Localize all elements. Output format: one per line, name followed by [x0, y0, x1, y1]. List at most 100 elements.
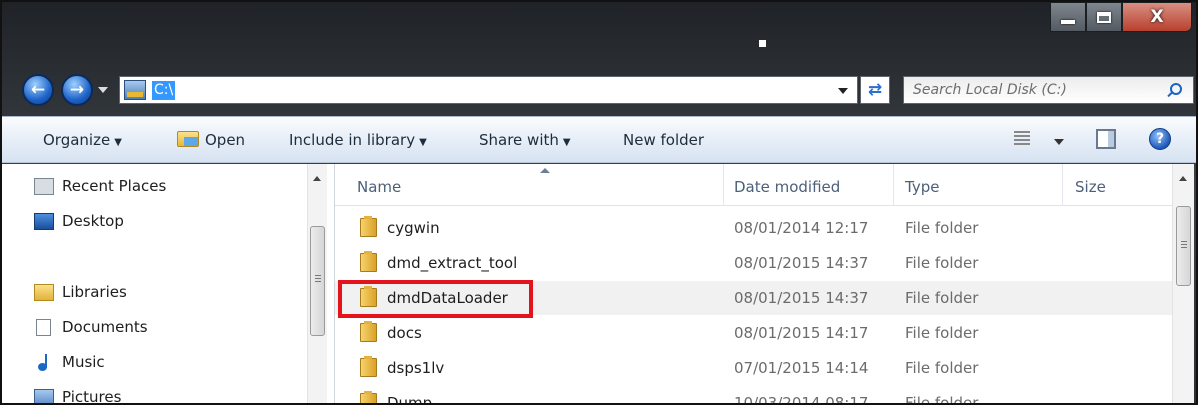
scroll-up-icon[interactable]: [1179, 176, 1187, 181]
refresh-icon: ⇄: [867, 80, 883, 100]
file-type: File folder: [905, 289, 979, 307]
chevron-down-icon: ▼: [562, 137, 571, 148]
address-text[interactable]: C:\: [152, 81, 176, 100]
sidebar-item-label: Documents: [62, 318, 148, 336]
share-with-button[interactable]: Share with ▼: [479, 131, 571, 149]
recent-places-icon: [34, 177, 54, 195]
sidebar-item-label: Libraries: [62, 283, 127, 301]
forward-button[interactable]: →: [61, 74, 93, 106]
back-arrow-icon: ←: [30, 80, 46, 100]
file-type: File folder: [905, 324, 979, 342]
table-row[interactable]: Dump 10/03/2014 08:17 File folder: [335, 386, 1172, 405]
table-row[interactable]: cygwin 08/01/2014 12:17 File folder: [335, 211, 1172, 245]
grip-icon: [315, 275, 321, 283]
back-button[interactable]: ←: [22, 74, 54, 106]
file-type: File folder: [905, 359, 979, 377]
open-button[interactable]: Open: [177, 131, 245, 149]
sidebar-item-recent-places[interactable]: Recent Places: [34, 174, 166, 198]
music-icon: [38, 353, 50, 371]
column-header-size[interactable]: Size: [1075, 178, 1106, 196]
date-modified: 08/01/2015 14:17: [734, 324, 869, 342]
scrollbar-thumb[interactable]: [310, 226, 325, 336]
title-bar-marker: [759, 40, 766, 47]
address-bar[interactable]: C:\: [119, 76, 858, 104]
explorer-window: X ← → C:\ ⇄ Organize▼ Open Include in li…: [0, 0, 1198, 405]
scroll-up-icon[interactable]: [313, 176, 321, 181]
desktop-icon: [34, 212, 54, 230]
column-header-type[interactable]: Type: [905, 178, 939, 196]
file-type: File folder: [905, 254, 979, 272]
date-modified: 08/01/2015 14:37: [734, 289, 869, 307]
help-icon[interactable]: ?: [1149, 128, 1171, 150]
search-icon[interactable]: [1170, 83, 1182, 95]
sort-ascending-icon: [540, 168, 550, 173]
chevron-down-icon: ▼: [114, 137, 122, 148]
sidebar-item-music[interactable]: Music: [34, 350, 105, 374]
date-modified: 08/01/2014 12:17: [734, 219, 869, 237]
table-row[interactable]: dsps1lv 07/01/2015 14:14 File folder: [335, 351, 1172, 385]
search-input[interactable]: [904, 77, 1159, 103]
file-type: File folder: [905, 394, 979, 405]
new-folder-button[interactable]: New folder: [623, 131, 704, 149]
chevron-down-icon: ▼: [419, 137, 427, 148]
scrollbar-thumb[interactable]: [1176, 206, 1191, 286]
date-modified: 08/01/2015 14:37: [734, 254, 869, 272]
column-header-name[interactable]: Name: [357, 178, 401, 196]
column-divider[interactable]: [723, 164, 724, 206]
folder-icon: [360, 391, 377, 403]
column-divider[interactable]: [1062, 164, 1063, 206]
minimize-button[interactable]: [1050, 2, 1086, 32]
organize-label: Organize: [43, 131, 111, 149]
file-name: dmd_extract_tool: [387, 254, 518, 272]
sidebar-item-label: Recent Places: [62, 177, 167, 195]
sidebar-item-documents[interactable]: Documents: [34, 315, 148, 339]
grip-icon: [1181, 241, 1187, 249]
table-row[interactable]: dmd_extract_tool 08/01/2015 14:37 File f…: [335, 246, 1172, 280]
close-button[interactable]: X: [1122, 2, 1192, 32]
highlight-annotation-box: [338, 280, 533, 318]
minimize-icon: [1061, 20, 1075, 24]
sidebar-item-pictures[interactable]: Pictures: [34, 385, 122, 405]
file-type: File folder: [905, 219, 979, 237]
sidebar-item-libraries[interactable]: Libraries: [34, 280, 127, 304]
command-bar: Organize ▼ Open Include in library ▼ Share…: [2, 116, 1196, 163]
pictures-icon: [34, 388, 54, 403]
date-modified: 10/03/2014 08:17: [734, 394, 869, 405]
share-with-label: Share with: [479, 131, 559, 149]
column-header-row: Name Date modified Type Size: [335, 164, 1172, 206]
title-bar[interactable]: X: [2, 2, 1196, 62]
sidebar-item-label: Desktop: [62, 212, 124, 230]
views-dropdown-icon[interactable]: [1054, 139, 1064, 145]
organize-button[interactable]: Organize ▼: [43, 131, 122, 149]
file-name: docs: [387, 324, 422, 342]
preview-pane-icon[interactable]: [1096, 129, 1116, 149]
sidebar-item-desktop[interactable]: Desktop: [34, 209, 124, 233]
folder-icon: [360, 321, 377, 342]
open-label: Open: [205, 131, 246, 149]
caption-buttons: X: [1050, 2, 1195, 34]
table-row[interactable]: docs 08/01/2015 14:17 File folder: [335, 316, 1172, 350]
search-box[interactable]: [903, 76, 1194, 104]
forward-arrow-icon: →: [69, 80, 85, 100]
recent-locations-dropdown[interactable]: [98, 87, 108, 93]
include-in-library-button[interactable]: Include in library ▼: [289, 131, 427, 149]
column-header-date-modified[interactable]: Date modified: [734, 178, 840, 196]
documents-icon: [36, 318, 51, 336]
refresh-button[interactable]: ⇄: [860, 76, 890, 104]
address-dropdown-icon[interactable]: [838, 88, 848, 94]
sidebar-item-label: Music: [62, 353, 105, 371]
sidebar-item-label: Pictures: [62, 388, 122, 405]
file-name: cygwin: [387, 219, 440, 237]
include-in-library-label: Include in library: [289, 131, 416, 149]
file-list-scrollbar[interactable]: [1172, 164, 1194, 403]
navigation-pane: Recent Places Desktop Libraries Document…: [2, 164, 334, 405]
views-icon[interactable]: [1014, 131, 1030, 146]
navigation-pane-scrollbar[interactable]: [307, 164, 327, 403]
navigation-bar: ← → C:\ ⇄: [2, 64, 1196, 116]
libraries-icon: [34, 283, 54, 301]
folder-icon: [360, 356, 377, 377]
column-divider[interactable]: [893, 164, 894, 206]
maximize-button[interactable]: [1086, 2, 1122, 32]
new-folder-label: New folder: [623, 131, 705, 149]
close-icon: X: [1150, 7, 1164, 27]
